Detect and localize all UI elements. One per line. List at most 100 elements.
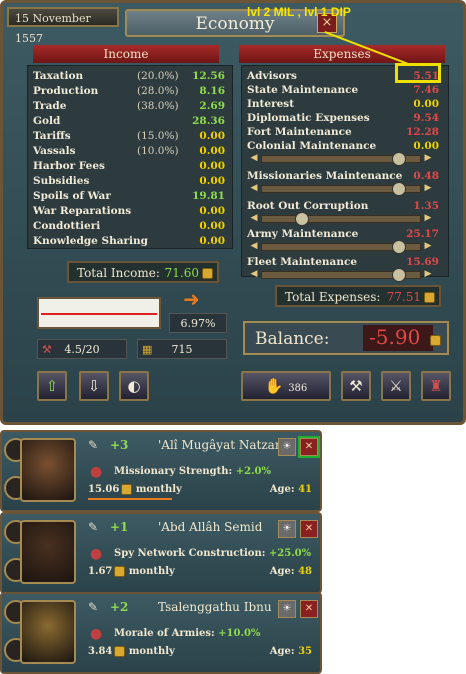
effect-icon: ● [90,626,103,642]
demolish-button[interactable]: ⚔ [381,371,411,401]
dismiss-advisor-button[interactable]: ✕ [298,436,320,458]
slider-right-arrow-icon[interactable]: ▶ [422,213,434,223]
expense-row: Diplomatic Expenses 9.54 [247,111,439,125]
advisor-name: Tsalenggathu Ibnu [158,600,272,614]
hand-coin-icon: ✋ [264,377,284,395]
advisor-info-button[interactable]: ☀ [278,438,296,456]
take-loan-button[interactable]: ⇧ [37,371,67,401]
income-row-value: 0.00 [199,235,225,247]
slider-knob[interactable] [294,212,309,226]
expense-row: Root Out Corruption 1.35 [247,199,439,213]
expense-row: Fort Maintenance 12.28 [247,125,439,139]
income-row-pct: (10.0%) [137,145,179,157]
total-expenses-label: Total Expenses: [285,290,381,304]
slider-right-arrow-icon[interactable]: ▶ [422,269,434,279]
income-row: Gold 28.36 [33,114,225,128]
slider-left-arrow-icon[interactable]: ◀ [248,213,260,223]
arrow-right-icon: ➜ [183,287,200,311]
total-income: Total Income: 71.60 [67,261,219,283]
expense-row-value: 0.48 [413,170,439,182]
income-row: Spoils of War 19.81 [33,189,225,203]
slider-left-arrow-icon[interactable]: ◀ [248,241,260,251]
advisor-name: 'Alî Mugâyat Natzar [158,438,281,452]
income-graph-line [41,313,157,315]
expense-slider[interactable]: ◀ ▶ [251,182,431,196]
expense-row-value: 0.00 [413,140,439,152]
fort-button[interactable]: ♜ [421,371,451,401]
ducat-icon [114,646,126,657]
date-display: 15 November 1557 [7,7,119,45]
income-row-label: Harbor Fees [33,160,105,172]
advisor-cost-period: monthly [128,566,175,577]
treasury-display: ▦ 715 [137,339,227,359]
expense-row: Missionaries Maintenance 0.48 [247,169,439,183]
slider-left-arrow-icon[interactable]: ◀ [248,153,260,163]
expense-slider[interactable]: ◀ ▶ [251,212,431,226]
advisor-card[interactable]: ✎ +2 Tsalenggathu Ibnu ☀ ✕ ● Morale of A… [0,592,322,674]
income-row-label: Vassals [33,145,76,157]
advisor-effect: Missionary Strength: +2.0% [114,466,271,477]
expense-row-value: 12.28 [406,126,439,138]
advisor-info-button[interactable]: ☀ [278,600,296,618]
advisor-card[interactable]: ✎ +1 'Abd Allâh Semid ☀ ✕ ● Spy Network … [0,512,322,594]
gold-mint-value: 386 [288,383,308,394]
expense-slider[interactable]: ◀ ▶ [251,240,431,254]
build-button[interactable]: ⚒ [341,371,371,401]
income-row: Taxation (20.0%) 12.56 [33,69,225,83]
slider-right-arrow-icon[interactable]: ▶ [422,241,434,251]
slider-left-arrow-icon[interactable]: ◀ [248,269,260,279]
expense-row: State Maintenance 7.46 [247,83,439,97]
inflation-display: 6.97% [169,313,227,333]
income-row-value: 0.00 [199,130,225,142]
advisor-info-button[interactable]: ☀ [278,520,296,538]
advisor-age: Age: 41 [270,484,312,495]
income-row-value: 28.36 [192,115,225,127]
dismiss-advisor-button[interactable]: ✕ [300,520,318,538]
expense-row-label: Diplomatic Expenses [247,112,370,124]
advisor-cost-value: 15.06 [88,484,120,495]
advisor-cost-period: monthly [135,484,182,495]
income-row: Knowledge Sharing 0.00 [33,234,225,248]
income-row: War Reparations 0.00 [33,204,225,218]
dismiss-advisor-button[interactable]: ✕ [300,600,318,618]
income-row-pct: (15.0%) [137,130,179,142]
advisor-card[interactable]: ✎ +3 'Alî Mugâyat Natzar ☀ ✕ ● Missionar… [0,430,322,512]
income-row-label: Condottieri [33,220,101,232]
expense-row-label: Missionaries Maintenance [247,170,403,182]
slider-knob[interactable] [392,268,407,282]
repay-loan-button[interactable]: ⇩ [79,371,109,401]
income-row: Trade (38.0%) 2.69 [33,99,225,113]
advisor-age-value: 41 [298,484,312,495]
advisor-age: Age: 48 [270,566,312,577]
loans-display[interactable]: ⚒ 4.5/20 [37,339,127,359]
income-row-value: 0.00 [199,145,225,157]
advisors-highlight [395,63,441,83]
income-row-value: 0.00 [199,175,225,187]
income-graph [37,297,161,329]
income-row-pct: (28.0%) [137,85,179,97]
advisor-effect-label: Spy Network Construction: [114,548,266,559]
annotation-text: lvl 2 MIL , lvl 1 DIP [247,5,351,19]
slider-right-arrow-icon[interactable]: ▶ [422,183,434,193]
slider-right-arrow-icon[interactable]: ▶ [422,153,434,163]
expense-slider[interactable]: ◀ ▶ [251,152,431,166]
advisor-portrait [20,520,76,584]
gold-mint-button[interactable]: ✋ 386 [241,371,331,401]
debase-currency-button[interactable]: ◐ [119,371,149,401]
cost-underline [88,498,172,500]
slider-left-arrow-icon[interactable]: ◀ [248,183,260,193]
expense-row-label: Interest [247,98,295,110]
income-row-label: Taxation [33,70,84,82]
expense-row: Interest 0.00 [247,97,439,111]
ducat-icon [424,292,435,303]
expense-slider[interactable]: ◀ ▶ [251,268,431,282]
advisor-cost: 15.06 monthly [88,484,182,495]
expense-row: Fleet Maintenance 15.69 [247,255,439,269]
expense-row-value: 7.46 [413,84,439,96]
advisor-cost-period: monthly [128,646,175,657]
income-row-label: Spoils of War [33,190,111,202]
advisor-effect-label: Morale of Armies: [114,628,215,639]
advisor-age-value: 48 [298,566,312,577]
total-income-value: 71.60 [164,266,199,280]
advisor-age-value: 35 [298,646,312,657]
